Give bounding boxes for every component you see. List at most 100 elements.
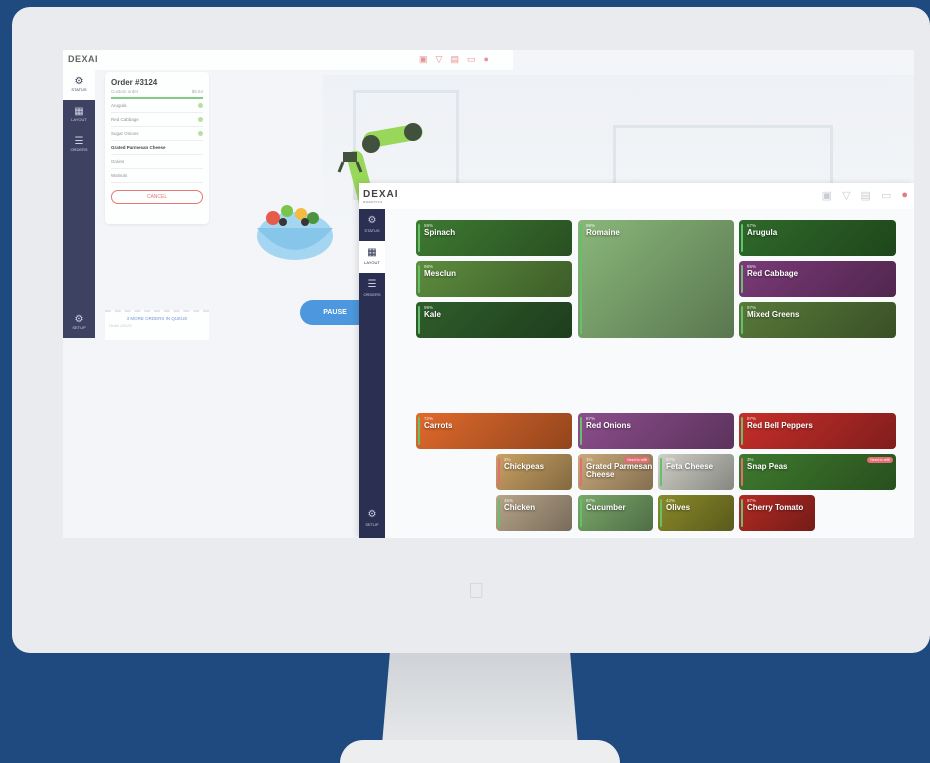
ingredient-name: Red Bell Peppers: [747, 421, 813, 430]
ingredient-tile-carrots[interactable]: 72% Carrots: [416, 413, 572, 449]
ingredient-tile-red-bell-peppers[interactable]: 97% Red Bell Peppers: [739, 413, 896, 449]
ingredient-tile-cucumber[interactable]: 97% Cucumber: [578, 495, 653, 531]
bg-sidebar-item-setup[interactable]: ⚙ SETUP: [63, 314, 95, 330]
check-icon: [198, 103, 203, 108]
bg-sidebar-item-layout[interactable]: ▦ LAYOUT: [63, 100, 95, 130]
list-icon: ☰: [74, 136, 84, 147]
check-icon: [198, 117, 203, 122]
monitor-stand-base: [340, 740, 620, 763]
container-icon[interactable]: ▤: [861, 189, 871, 202]
ingredient-name: Feta Cheese: [666, 462, 714, 471]
sidebar-item-setup[interactable]: ⚙ SETUP: [359, 509, 385, 527]
ingredient-name: Arugula: [747, 228, 778, 237]
screen: DEXAI ▣ ▽ ▤ ▭ ● ⚙ STATUS ▦ LAYOUT ☰ ORDE…: [63, 50, 914, 538]
ingredient-tile-kale[interactable]: 99% Kale: [416, 302, 572, 338]
bg-top-icons: ▣ ▽ ▤ ▭ ●: [419, 54, 489, 65]
bowl-icon[interactable]: ▣: [822, 189, 832, 202]
cone-icon[interactable]: ▽: [436, 54, 443, 65]
sidebar-item-orders[interactable]: ☰ ORDERS: [359, 273, 385, 305]
bg-topbar: DEXAI ▣ ▽ ▤ ▭ ●: [63, 50, 513, 70]
ingredient-tile-red-onions[interactable]: 67% Red Onions: [578, 413, 734, 449]
bg-sidebar-item-status[interactable]: ⚙ STATUS: [63, 70, 95, 100]
cone-icon[interactable]: ▽: [842, 189, 850, 202]
ingredient-tile-cherry-tomato[interactable]: 97% Cherry Tomato: [739, 495, 815, 531]
ingredient-name: Mixed Greens: [747, 310, 800, 319]
order-subtitle-row: Custom order $8.54: [111, 89, 203, 99]
bg-sidebar-label: ORDERS: [70, 147, 88, 152]
bg-sidebar-item-orders[interactable]: ☰ ORDERS: [63, 130, 95, 160]
alert-icon[interactable]: ●: [901, 189, 908, 202]
ingredient-tile-grated-parmesan-cheese[interactable]: 1% Need to refill Grated Parmesan Cheese: [578, 454, 653, 490]
logo-subtext: ROBOTICS: [363, 200, 383, 204]
logo-text: DEXAI: [363, 189, 399, 200]
ingredient-tile-olives[interactable]: 42% Olives: [658, 495, 734, 531]
box-icon[interactable]: ▭: [881, 189, 891, 202]
robot-arm-icon: ⚙: [74, 76, 84, 87]
ingredient-name: Carrots: [424, 421, 453, 430]
ingredient-tile-spinach[interactable]: 59% Spinach: [416, 220, 572, 256]
sidebar-item-layout[interactable]: ▦ LAYOUT: [359, 241, 385, 273]
ingredient-name: Red Cabbage: [747, 269, 799, 278]
queue-next-order: Order #3125: [109, 323, 132, 328]
order-item-label: Red Cabbage: [111, 117, 139, 122]
logo: DEXAI ROBOTICS: [363, 189, 399, 204]
check-icon: [198, 131, 203, 136]
top-icons: ▣ ▽ ▤ ▭ ●: [822, 189, 908, 202]
ingredient-name: Cherry Tomato: [747, 503, 804, 512]
order-price: $8.54: [191, 89, 203, 94]
order-item: Arugula: [111, 99, 203, 113]
ingredient-name: Cucumber: [586, 503, 626, 512]
bg-logo: DEXAI: [68, 54, 99, 64]
monitor-stand: [382, 653, 578, 745]
bg-sidebar: ⚙ STATUS ▦ LAYOUT ☰ ORDERS ⚙ SETUP: [63, 70, 95, 338]
order-item-label: Arugula: [111, 103, 127, 108]
ingredient-tile-mesclun[interactable]: 98% Mesclun: [416, 261, 572, 297]
ingredient-name: Spinach: [424, 228, 456, 237]
ingredient-name: Chickpeas: [504, 462, 545, 471]
ingredient-tile-snap-peas[interactable]: 3% Need to refill Snap Peas: [739, 454, 896, 490]
grid-icon: ▦: [74, 106, 84, 117]
topbar: DEXAI ROBOTICS ▣ ▽ ▤ ▭ ●: [359, 183, 914, 209]
apple-logo-icon: : [468, 578, 485, 604]
order-card: Order #3124 Custom order $8.54 Arugula R…: [105, 72, 209, 224]
bg-sidebar-label: SETUP: [72, 325, 86, 330]
ingredient-name: Snap Peas: [747, 462, 788, 471]
sidebar-label: ORDERS: [363, 292, 381, 297]
sidebar-item-status[interactable]: ⚙ STATUS: [359, 209, 385, 241]
container-icon[interactable]: ▤: [450, 54, 459, 65]
sidebar-label: STATUS: [364, 228, 380, 233]
order-title: Order #3124: [111, 78, 158, 87]
refill-badge: Need to refill: [867, 457, 893, 463]
ingredient-name: Mesclun: [424, 269, 457, 278]
box-icon[interactable]: ▭: [467, 54, 476, 65]
ingredient-name: Olives: [666, 503, 691, 512]
ingredient-tile-feta-cheese[interactable]: 97% Feta Cheese: [658, 454, 734, 490]
order-item: Grains: [111, 155, 203, 169]
layout-app-window: DEXAI ROBOTICS ▣ ▽ ▤ ▭ ● ⚙ STATUS ▦ LAYO…: [359, 183, 914, 538]
alert-icon[interactable]: ●: [483, 54, 488, 65]
bowl-icon[interactable]: ▣: [419, 54, 428, 65]
order-subtitle: Custom order: [111, 89, 139, 94]
queue-card[interactable]: 3 MORE ORDERS IN QUEUE Order #3125: [105, 310, 209, 340]
ingredient-tile-arugula[interactable]: 67% Arugula: [739, 220, 896, 256]
ingredient-name: Red Onions: [586, 421, 631, 430]
order-item-label: Grated Parmesan Cheese: [111, 145, 166, 150]
ingredient-tile-red-cabbage[interactable]: 85% Red Cabbage: [739, 261, 896, 297]
order-item-label: Sugar Onions: [111, 131, 139, 136]
sidebar-label: SETUP: [365, 522, 379, 527]
robot-arm-icon: ⚙: [367, 215, 377, 226]
gear-icon: ⚙: [367, 509, 377, 520]
ingredient-tile-chickpeas[interactable]: 2% Chickpeas: [496, 454, 572, 490]
order-item: Sugar Onions: [111, 127, 203, 141]
ingredient-tile-mixed-greens[interactable]: 97% Mixed Greens: [739, 302, 896, 338]
grid-icon: ▦: [367, 247, 377, 258]
sidebar-label: LAYOUT: [364, 260, 380, 265]
ingredient-tile-chicken[interactable]: 45% Chicken: [496, 495, 572, 531]
cancel-button[interactable]: CANCEL: [111, 190, 203, 204]
gear-icon: ⚙: [74, 314, 84, 325]
sidebar: ⚙ STATUS ▦ LAYOUT ☰ ORDERS ⚙ SETUP: [359, 209, 385, 538]
ingredient-tile-romaine[interactable]: 99% Romaine: [578, 220, 734, 338]
order-item-label: Grains: [111, 159, 125, 164]
order-item: Walnuts: [111, 169, 203, 183]
order-item: Grated Parmesan Cheese: [111, 141, 203, 155]
